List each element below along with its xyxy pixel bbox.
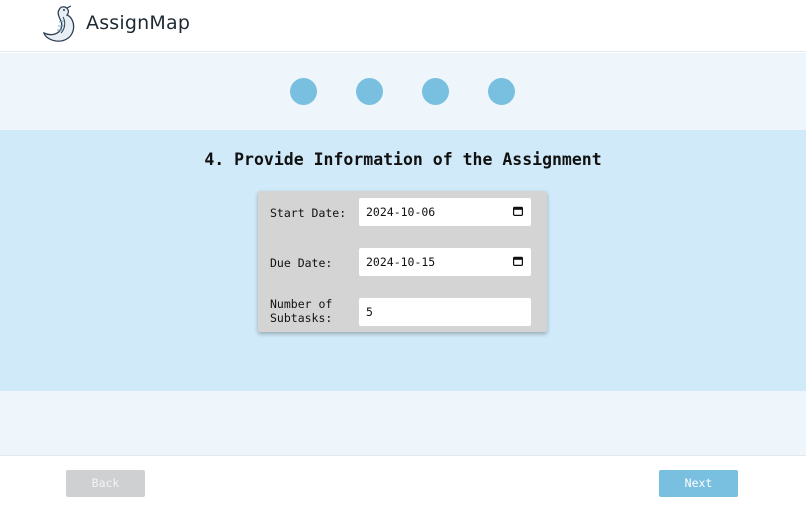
step-dot-1[interactable] [290, 78, 317, 105]
due-date-input[interactable]: 2024-10-15 [359, 248, 531, 276]
spacer-band [0, 391, 806, 455]
step-dot-2[interactable] [356, 78, 383, 105]
due-date-label: Due Date: [270, 256, 333, 270]
subtasks-value: 5 [366, 305, 373, 319]
step-indicator [0, 53, 806, 130]
form-section: 4. Provide Information of the Assignment… [0, 130, 806, 391]
due-date-value: 2024-10-15 [366, 255, 436, 269]
subtasks-label: Number of Subtasks: [270, 297, 332, 325]
step-dot-4[interactable] [488, 78, 515, 105]
subtasks-input[interactable]: 5 [359, 298, 531, 326]
footer-nav: Back Next [0, 455, 806, 509]
seahorse-logo-icon [43, 5, 75, 42]
brand-name: AssignMap [86, 12, 191, 34]
start-date-input[interactable]: 2024-10-06 [359, 198, 531, 226]
assignment-info-card: Start Date: 2024-10-06 Due Date: 2024-10… [258, 191, 547, 332]
back-button[interactable]: Back [66, 470, 145, 497]
calendar-icon[interactable] [513, 206, 523, 216]
app-header: AssignMap [0, 0, 806, 52]
subtasks-label-line2: Subtasks: [270, 311, 333, 325]
step-dot-3[interactable] [422, 78, 449, 105]
section-title: 4. Provide Information of the Assignment [204, 150, 602, 169]
start-date-label: Start Date: [270, 206, 347, 220]
calendar-icon[interactable] [513, 256, 523, 266]
next-button[interactable]: Next [659, 470, 738, 497]
subtasks-label-line1: Number of [270, 297, 333, 311]
start-date-value: 2024-10-06 [366, 205, 436, 219]
